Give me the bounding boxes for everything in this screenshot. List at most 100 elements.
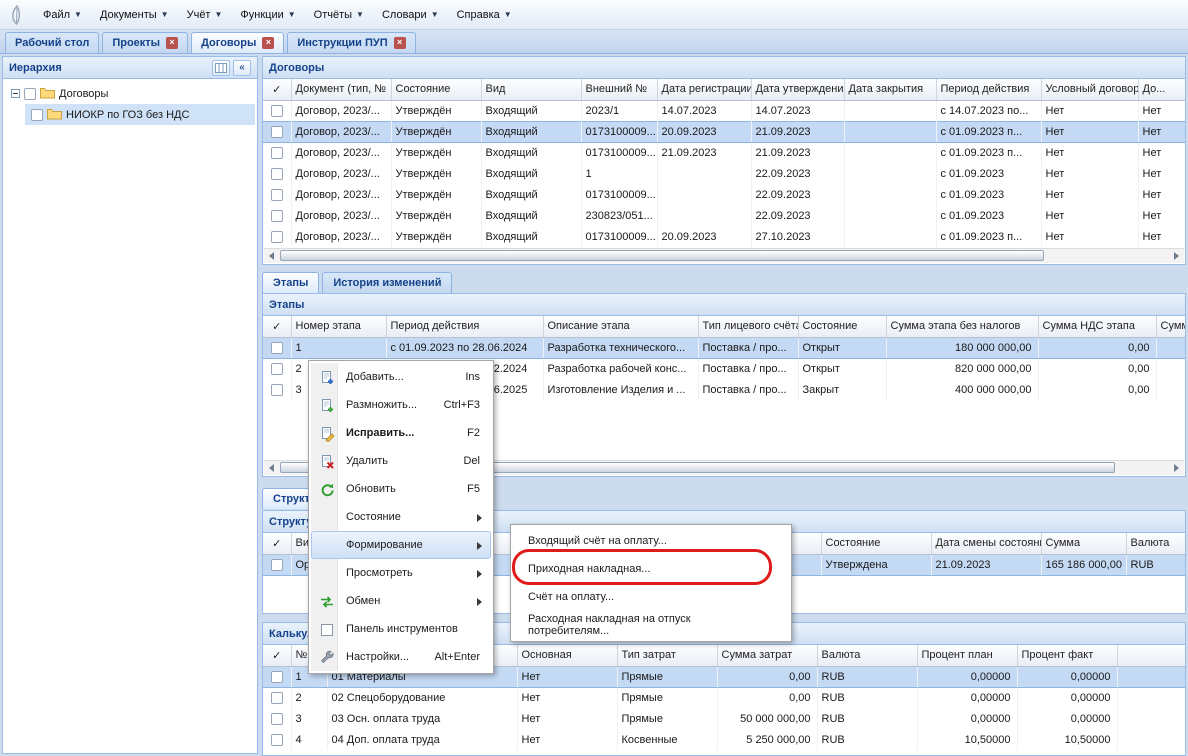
tab-change-history[interactable]: История изменений	[322, 272, 452, 293]
table-row[interactable]: 404 Доп. оплата трудаНетКосвенные5 250 0…	[263, 729, 1186, 750]
row-checkbox[interactable]	[271, 126, 283, 138]
column-header[interactable]: Сумма НДС этапа	[1038, 316, 1156, 337]
tree-node-niokr[interactable]: НИОКР по ГОЗ без НДС	[25, 104, 255, 125]
column-header[interactable]: Дата регистрации	[657, 79, 751, 100]
column-header[interactable]: Условный договор	[1041, 79, 1138, 100]
menubar-item-file[interactable]: Файл▼	[34, 5, 91, 25]
menu-item[interactable]: Размножить...Ctrl+F3	[311, 391, 491, 419]
column-header[interactable]: Сумма затрат	[717, 645, 817, 666]
row-checkbox[interactable]	[271, 363, 283, 375]
menu-item[interactable]: Формирование	[311, 531, 491, 559]
horizontal-scrollbar[interactable]	[264, 248, 1184, 263]
row-checkbox[interactable]	[271, 559, 283, 571]
submenu-item[interactable]: Расходная накладная на отпуск потребител…	[513, 611, 789, 639]
tree-node-contracts[interactable]: Договоры	[5, 83, 255, 104]
tree-checkbox[interactable]	[24, 88, 36, 100]
table-row[interactable]: Договор, 2023/...УтверждёнВходящий2023/1…	[263, 100, 1186, 121]
row-checkbox[interactable]	[271, 231, 283, 243]
column-header[interactable]: Состояние	[821, 533, 931, 554]
table-row[interactable]: Договор, 2023/...УтверждёнВходящий017310…	[263, 121, 1186, 142]
column-header[interactable]: Процент факт	[1017, 645, 1117, 666]
menu-item[interactable]: Обмен	[311, 587, 491, 615]
scroll-right-icon[interactable]	[1168, 461, 1184, 475]
table-row[interactable]: 303 Осн. оплата трудаНетПрямые50 000 000…	[263, 708, 1186, 729]
column-header[interactable]: Сумма	[1041, 533, 1126, 554]
menubar-item-dictionaries[interactable]: Словари▼	[373, 5, 448, 25]
column-header[interactable]: Период действия	[936, 79, 1041, 100]
scroll-right-icon[interactable]	[1168, 249, 1184, 263]
tab-stages[interactable]: Этапы	[262, 272, 319, 293]
tree-checkbox[interactable]	[31, 109, 43, 121]
row-checkbox[interactable]	[271, 713, 283, 725]
menu-item[interactable]: Исправить...F2	[311, 419, 491, 447]
column-header[interactable]: Дата утверждения	[751, 79, 844, 100]
close-icon[interactable]: ×	[394, 37, 406, 49]
select-all-column-header[interactable]: ✓	[263, 533, 291, 554]
column-header[interactable]: Документ (тип, №	[291, 79, 391, 100]
table-row[interactable]: Договор, 2023/...УтверждёнВходящий017310…	[263, 226, 1186, 247]
menubar-item-help[interactable]: Справка▼	[448, 5, 521, 25]
submenu-item[interactable]: Входящий счёт на оплату...	[513, 527, 789, 555]
table-row[interactable]: Договор, 2023/...УтверждёнВходящий017310…	[263, 184, 1186, 205]
row-checkbox[interactable]	[271, 189, 283, 201]
column-header[interactable]: Тип затрат	[617, 645, 717, 666]
column-header[interactable]: Вид	[481, 79, 581, 100]
row-checkbox[interactable]	[271, 342, 283, 354]
column-header[interactable]: Процент план	[917, 645, 1017, 666]
table-row[interactable]: 1с 01.09.2023 по 28.06.2024Разработка те…	[263, 337, 1186, 358]
menu-item[interactable]: Настройки...Alt+Enter	[311, 643, 491, 671]
column-header[interactable]: До...	[1138, 79, 1186, 100]
table-row[interactable]: 202 СпецоборудованиеНетПрямые0,00RUB0,00…	[263, 687, 1186, 708]
column-header[interactable]: Валюта	[1126, 533, 1186, 554]
table-row[interactable]: Договор, 2023/...УтверждёнВходящий230823…	[263, 205, 1186, 226]
column-header[interactable]: Основная	[517, 645, 617, 666]
table-row[interactable]: Договор, 2023/...УтверждёнВходящий122.09…	[263, 163, 1186, 184]
column-header[interactable]: Валюта	[817, 645, 917, 666]
menubar-item-reports[interactable]: Отчёты▼	[305, 5, 373, 25]
column-header[interactable]: Сумма этапа без налогов	[886, 316, 1038, 337]
tab-desktop[interactable]: Рабочий стол	[5, 32, 99, 53]
scroll-left-icon[interactable]	[264, 249, 280, 263]
table-row[interactable]: Договор, 2023/...УтверждёнВходящий017310…	[263, 142, 1186, 163]
menubar-item-functions[interactable]: Функции▼	[231, 5, 304, 25]
view-settings-icon[interactable]	[212, 60, 230, 76]
select-all-column-header[interactable]: ✓	[263, 645, 291, 666]
column-header[interactable]: Сумма эта	[1156, 316, 1186, 337]
row-checkbox[interactable]	[271, 734, 283, 746]
select-all-column-header[interactable]: ✓	[263, 316, 291, 337]
menu-item[interactable]: Добавить...Ins	[311, 363, 491, 391]
column-header[interactable]: Номер этапа	[291, 316, 386, 337]
tab-contracts[interactable]: Договоры×	[191, 32, 284, 53]
menu-item[interactable]: Просмотреть	[311, 559, 491, 587]
column-header[interactable]: Дата закрытия	[844, 79, 936, 100]
column-header[interactable]: Внешний №	[581, 79, 657, 100]
menu-item[interactable]: ОбновитьF5	[311, 475, 491, 503]
scroll-left-icon[interactable]	[264, 461, 280, 475]
menu-item[interactable]: Состояние	[311, 503, 491, 531]
row-checkbox[interactable]	[271, 692, 283, 704]
column-header[interactable]: Описание этапа	[543, 316, 698, 337]
menubar-item-documents[interactable]: Документы▼	[91, 5, 178, 25]
submenu-item[interactable]: Счёт на оплату...	[513, 583, 789, 611]
column-header[interactable]: Тип лицевого счёта	[698, 316, 798, 337]
select-all-column-header[interactable]: ✓	[263, 79, 291, 100]
menu-item[interactable]: Панель инструментов	[311, 615, 491, 643]
row-checkbox[interactable]	[271, 671, 283, 683]
submenu-item[interactable]: Приходная накладная...	[513, 555, 789, 583]
row-checkbox[interactable]	[271, 210, 283, 222]
collapse-expander-icon[interactable]	[11, 89, 20, 98]
column-header[interactable]: Дата смены состояния	[931, 533, 1041, 554]
column-header[interactable]: Состояние	[798, 316, 886, 337]
tab-pup-instructions[interactable]: Инструкции ПУП×	[287, 32, 415, 53]
column-header[interactable]: Период действия	[386, 316, 543, 337]
collapse-panel-icon[interactable]: «	[233, 60, 251, 76]
menu-item[interactable]: УдалитьDel	[311, 447, 491, 475]
row-checkbox[interactable]	[271, 168, 283, 180]
row-checkbox[interactable]	[271, 147, 283, 159]
scrollbar-thumb[interactable]	[280, 250, 1044, 261]
menubar-item-accounting[interactable]: Учёт▼	[178, 5, 232, 25]
column-header[interactable]: Состояние	[391, 79, 481, 100]
close-icon[interactable]: ×	[166, 37, 178, 49]
column-header[interactable]	[1117, 645, 1186, 666]
row-checkbox[interactable]	[271, 105, 283, 117]
